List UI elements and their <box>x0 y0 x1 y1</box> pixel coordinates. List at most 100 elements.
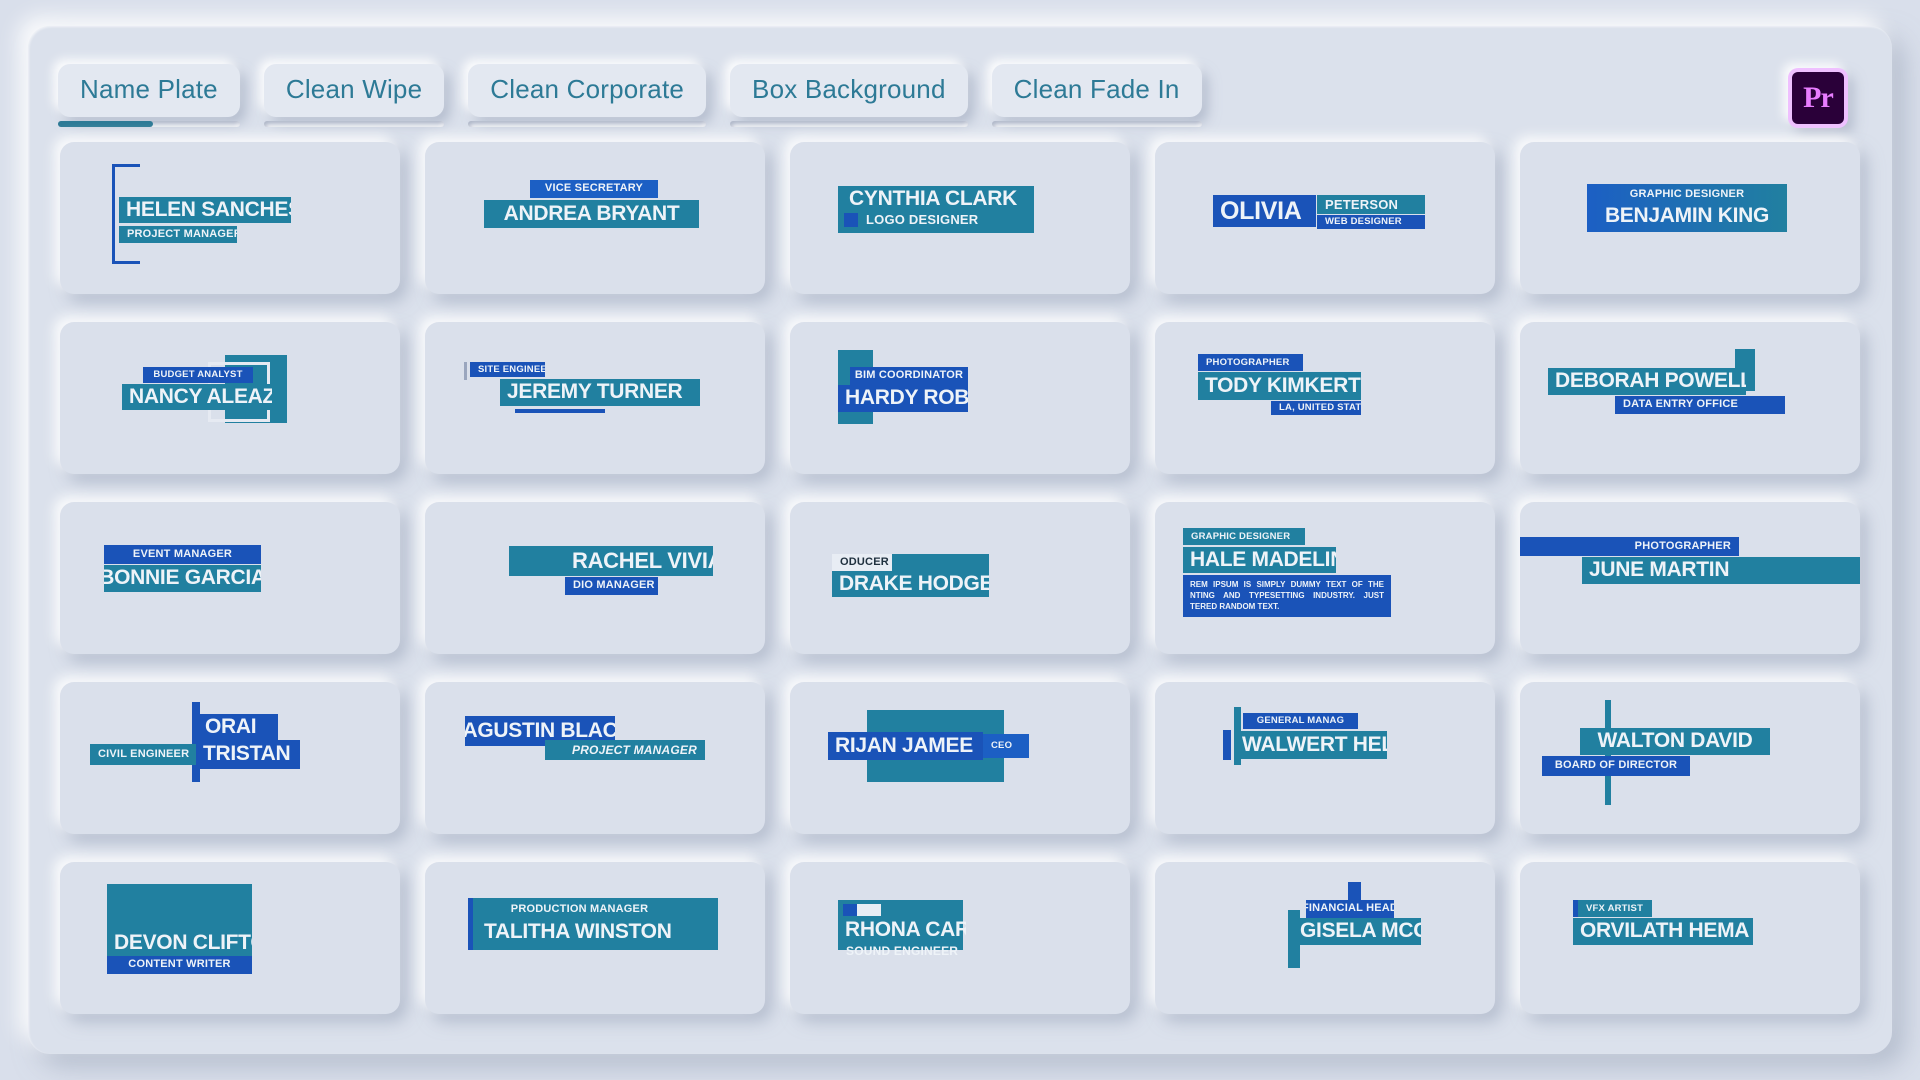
preset-card-talitha-winston[interactable]: PRODUCTION MANAGER TALITHA WINSTON <box>425 862 765 1014</box>
preset-role: PROJECT MANAGER <box>119 226 237 243</box>
preset-card-jeremy-turner[interactable]: SITE ENGINEER JEREMY TURNER <box>425 322 765 474</box>
preset-preview: ODUCER DRAKE HODGES <box>790 502 1130 654</box>
preset-name-secondary: TRISTAN <box>196 740 300 769</box>
preset-card-walwert-helm[interactable]: GENERAL MANAG WALWERT HELM <box>1155 682 1495 834</box>
premiere-pro-icon-label: Pr <box>1792 72 1844 124</box>
preset-name: WALTON DAVID <box>1580 728 1770 755</box>
preset-role: BIM COORDINATOR <box>850 367 968 385</box>
preset-card-tody-kimkerts[interactable]: PHOTOGRAPHER TODY KIMKERTS LA, UNITED ST… <box>1155 322 1495 474</box>
preset-name: ORAI <box>198 714 278 740</box>
preset-role: PHOTOGRAPHER <box>1198 354 1303 371</box>
preset-role: SITE ENGINEER <box>470 362 545 377</box>
preset-card-bonnie-garcia[interactable]: EVENT MANAGER BONNIE GARCIA <box>60 502 400 654</box>
preset-name: RACHEL VIVIAN <box>565 546 713 576</box>
preset-preview: HELEN SANCHES PROJECT MANAGER <box>60 142 400 294</box>
preset-name: ANDREA BRYANT <box>484 200 699 228</box>
preset-name: BONNIE GARCIA <box>104 565 261 592</box>
preset-role: CONTENT WRITER <box>107 956 252 974</box>
preset-card-walton-david[interactable]: WALTON DAVID BOARD OF DIRECTOR <box>1520 682 1860 834</box>
tick-shape <box>464 362 467 380</box>
preset-name: JUNE MARTIN <box>1582 557 1860 584</box>
preset-role: DATA ENTRY OFFICE <box>1615 396 1785 414</box>
preset-role: SOUND ENGINEER <box>838 943 966 959</box>
preset-role: BUDGET ANALYST <box>143 367 253 383</box>
tab-box-background[interactable]: Box Background <box>730 64 968 117</box>
preset-preview: OLIVIA PETERSON WEB DESIGNER <box>1155 142 1495 294</box>
preset-preview: BIM COORDINATOR HARDY ROBERT <box>790 322 1130 474</box>
preset-name: GISELA MCCRAY <box>1293 918 1421 945</box>
preset-card-hale-madeline[interactable]: GRAPHIC DESIGNER HALE MADELINE REM IPSUM… <box>1155 502 1495 654</box>
tab-underline <box>468 121 706 127</box>
preset-preview: GRAPHIC DESIGNER HALE MADELINE REM IPSUM… <box>1155 502 1495 654</box>
preset-name: HARDY ROBERT <box>838 385 968 412</box>
preset-card-rhona-carlot[interactable]: RHONA CARLOT SOUND ENGINEER <box>790 862 1130 1014</box>
preset-role: FINANCIAL HEAD <box>1306 900 1394 918</box>
tab-label: Name Plate <box>80 74 218 104</box>
preset-card-cynthia-clark[interactable]: CYNTHIA CLARK LOGO DESIGNER <box>790 142 1130 294</box>
preset-role: CEO <box>983 734 1029 758</box>
preset-preview: GRAPHIC DESIGNER BENJAMIN KING <box>1520 142 1860 294</box>
preset-card-hardy-robert[interactable]: BIM COORDINATOR HARDY ROBERT <box>790 322 1130 474</box>
preset-preview: DEBORAH POWELL DATA ENTRY OFFICE <box>1520 322 1860 474</box>
tab-clean-fade-in[interactable]: Clean Fade In <box>992 64 1202 117</box>
preset-name-secondary: PETERSON <box>1317 195 1425 214</box>
preset-preview: WALTON DAVID BOARD OF DIRECTOR <box>1520 682 1860 834</box>
preset-preview: PHOTOGRAPHER JUNE MARTIN <box>1520 502 1860 654</box>
preset-card-drake-hodges[interactable]: ODUCER DRAKE HODGES <box>790 502 1130 654</box>
preset-preview: FINANCIAL HEAD GISELA MCCRAY <box>1155 862 1495 1014</box>
preset-name: ORVILATH HEMA <box>1573 918 1753 945</box>
preset-name: RHONA CARLOT <box>838 918 966 943</box>
preset-card-june-martin[interactable]: PHOTOGRAPHER JUNE MARTIN <box>1520 502 1860 654</box>
preset-preview: RHONA CARLOT SOUND ENGINEER <box>790 862 1130 1014</box>
preset-preview: VFX ARTIST ORVILATH HEMA <box>1520 862 1860 1014</box>
preset-body-text: REM IPSUM IS SIMPLY DUMMY TEXT OF THE NT… <box>1183 575 1391 617</box>
preset-preview: AGUSTIN BLAC PROJECT MANAGER <box>425 682 765 834</box>
preset-card-orvilath-hema[interactable]: VFX ARTIST ORVILATH HEMA <box>1520 862 1860 1014</box>
preset-preview: GENERAL MANAG WALWERT HELM <box>1155 682 1495 834</box>
marker-shape-2 <box>843 904 857 916</box>
preset-card-devon-clifton[interactable]: DEVON CLIFTON CONTENT WRITER <box>60 862 400 1014</box>
tab-name-plate[interactable]: Name Plate <box>58 64 240 117</box>
premiere-pro-icon[interactable]: Pr <box>1788 68 1848 128</box>
preset-role: BOARD OF DIRECTOR <box>1542 756 1690 776</box>
tab-underline <box>264 121 444 127</box>
preset-card-morai-tristan[interactable]: ORAI CIVIL ENGINEER TRISTAN <box>60 682 400 834</box>
preset-grid: HELEN SANCHES PROJECT MANAGER VICE SECRE… <box>60 142 1860 1014</box>
preset-card-andrea-bryant[interactable]: VICE SECRETARY ANDREA BRYANT <box>425 142 765 294</box>
preset-role: GRAPHIC DESIGNER <box>1587 186 1787 203</box>
preset-card-rachel-vivian[interactable]: RACHEL VIVIAN DIO MANAGER <box>425 502 765 654</box>
tab-clean-wipe[interactable]: Clean Wipe <box>264 64 444 117</box>
preset-card-benjamin-king[interactable]: GRAPHIC DESIGNER BENJAMIN KING <box>1520 142 1860 294</box>
preset-card-deborah-powell[interactable]: DEBORAH POWELL DATA ENTRY OFFICE <box>1520 322 1860 474</box>
preset-role: PHOTOGRAPHER <box>1520 537 1739 556</box>
preset-preview: PRODUCTION MANAGER TALITHA WINSTON <box>425 862 765 1014</box>
preset-role: PRODUCTION MANAGER <box>473 902 686 918</box>
preset-preview: VICE SECRETARY ANDREA BRYANT <box>425 142 765 294</box>
tab-label: Clean Wipe <box>286 74 422 104</box>
preset-card-agustin-black[interactable]: AGUSTIN BLAC PROJECT MANAGER <box>425 682 765 834</box>
preset-name: TODY KIMKERTS <box>1198 372 1361 400</box>
preset-role: ODUCER <box>832 554 892 571</box>
preset-card-helen-sanches[interactable]: HELEN SANCHES PROJECT MANAGER <box>60 142 400 294</box>
preset-role: DIO MANAGER <box>565 577 658 595</box>
preset-card-gisela-mccray[interactable]: FINANCIAL HEAD GISELA MCCRAY <box>1155 862 1495 1014</box>
preset-preview: BUDGET ANALYST NANCY ALEAZU <box>60 322 400 474</box>
tab-underline <box>730 121 968 127</box>
preset-name: OLIVIA <box>1213 195 1316 227</box>
tab-label: Clean Fade In <box>1014 74 1180 104</box>
preset-card-nancy-aleazu[interactable]: BUDGET ANALYST NANCY ALEAZU <box>60 322 400 474</box>
preset-name: RIJAN JAMEE <box>828 732 983 760</box>
tab-label: Clean Corporate <box>490 74 684 104</box>
preset-role: LOGO DESIGNER <box>858 212 1008 228</box>
preset-name: DEVON CLIFTON <box>107 930 252 956</box>
preset-card-olivia-peterson[interactable]: OLIVIA PETERSON WEB DESIGNER <box>1155 142 1495 294</box>
preset-name: DRAKE HODGES <box>832 572 989 597</box>
preset-role: VICE SECRETARY <box>530 180 658 198</box>
preset-card-rijan-jamee[interactable]: RIJAN JAMEE CEO <box>790 682 1130 834</box>
preset-preview: DEVON CLIFTON CONTENT WRITER <box>60 862 400 1014</box>
preset-role: VFX ARTIST <box>1578 900 1652 917</box>
tab-clean-corporate[interactable]: Clean Corporate <box>468 64 706 117</box>
preset-name: NANCY ALEAZU <box>122 384 272 410</box>
preset-preview: SITE ENGINEER JEREMY TURNER <box>425 322 765 474</box>
preset-role: PROJECT MANAGER <box>545 740 705 760</box>
